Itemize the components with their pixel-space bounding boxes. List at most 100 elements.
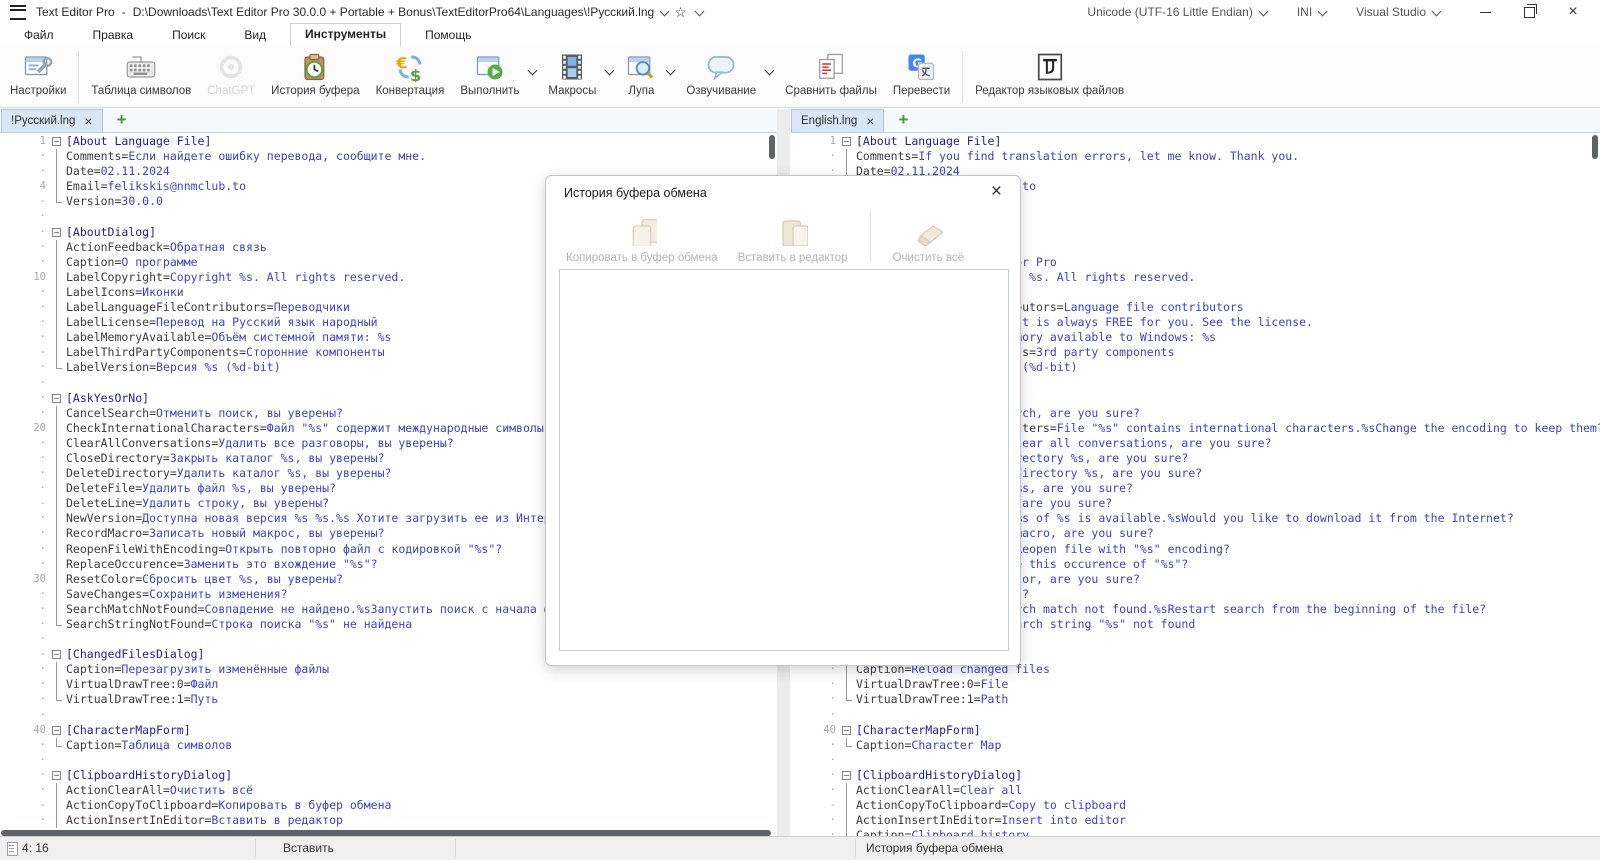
toolbar-button-chatgpt[interactable]: ChatGPT — [199, 47, 263, 107]
left-vertical-scrollbar[interactable] — [769, 135, 775, 159]
tab-english-lng[interactable]: English.lng × — [791, 109, 884, 132]
line-number: - — [0, 798, 46, 813]
line-number: · — [0, 813, 46, 828]
editor-line[interactable]: ·ActionClearAll=Очистить всё — [0, 783, 777, 798]
new-tab-button[interactable]: + — [117, 110, 127, 132]
toolbar-button-clipboard-history[interactable]: История буфера — [263, 47, 367, 107]
fold-guide — [56, 526, 57, 541]
toolbar-dropdown-chevron-icon[interactable] — [527, 47, 540, 107]
fold-collapse-icon[interactable] — [52, 137, 61, 146]
editor-line[interactable]: · — [0, 753, 777, 768]
fold-collapse-icon[interactable] — [52, 726, 61, 735]
editor-line[interactable]: ·[ClipboardHistoryDialog] — [790, 768, 1600, 783]
line-number: · — [0, 692, 46, 707]
encoding-label: Unicode (UTF-16 Little Endian) — [1087, 5, 1252, 19]
fold-collapse-icon[interactable] — [52, 771, 61, 780]
toolbar-button-run[interactable]: Выполнить — [452, 47, 527, 107]
toolbar-button-label: Настройки — [10, 85, 66, 97]
right-vertical-scrollbar[interactable] — [1592, 135, 1598, 159]
dialog-close-icon[interactable]: × — [985, 179, 1008, 205]
editor-line[interactable]: 1[About Language File] — [0, 134, 777, 149]
editor-line[interactable]: · — [0, 708, 777, 723]
fold-guide — [846, 783, 847, 798]
fold-collapse-icon[interactable] — [842, 137, 851, 146]
toolbar-separator — [962, 51, 963, 103]
toolbar-button-settings[interactable]: Настройки — [2, 47, 74, 107]
editor-line[interactable]: ·ActionInsertInEditor=Insert into editor — [790, 813, 1600, 828]
fold-guide — [56, 587, 57, 602]
encoding-select[interactable]: Unicode (UTF-16 Little Endian) — [1087, 5, 1270, 19]
editor-line[interactable]: 40[CharacterMapForm] — [0, 723, 777, 738]
fold-collapse-icon[interactable] — [52, 394, 61, 403]
theme-select[interactable]: Visual Studio — [1356, 5, 1444, 19]
menu-item[interactable]: Поиск — [157, 24, 220, 47]
editor-line[interactable]: 1[About Language File] — [790, 134, 1600, 149]
insert-mode[interactable]: Вставить — [283, 841, 334, 855]
fold-guide — [56, 149, 57, 164]
line-number: · — [0, 285, 46, 300]
dialog-button-copy-to-clipboard[interactable]: Копировать в буфер обмена — [556, 208, 728, 266]
statusbar-message: История буфера обмена — [866, 841, 1003, 855]
toolbar-button-character-map[interactable]: Таблица символов — [83, 47, 199, 107]
editor-line[interactable]: ·Caption=Character Map — [790, 738, 1600, 753]
favorites-chevron-icon[interactable] — [694, 6, 704, 16]
toolbar-dropdown-chevron-icon[interactable] — [604, 47, 617, 107]
minimize-button[interactable] — [1470, 2, 1500, 22]
tab-close-icon[interactable]: × — [84, 116, 92, 126]
filetype-select[interactable]: INI — [1297, 5, 1330, 19]
toolbar-button-language-file-editor[interactable]: Редактор языковых файлов — [967, 47, 1132, 107]
editor-line[interactable]: ·Comments=Если найдете ошибку перевода, … — [0, 149, 777, 164]
fold-collapse-icon[interactable] — [842, 726, 851, 735]
close-icon: × — [1568, 4, 1577, 20]
menu-item[interactable]: Вид — [229, 24, 281, 47]
toolbar-button-macros[interactable]: Макросы — [540, 47, 604, 107]
toolbar-button-speech[interactable]: Озвучивание — [678, 47, 764, 107]
fold-guide — [56, 496, 57, 511]
magnifier-icon — [626, 52, 656, 82]
editor-line[interactable]: ·Caption=Таблица символов — [0, 738, 777, 753]
dialog-button-clear-all[interactable]: Очистить всё — [883, 208, 974, 266]
editor-line[interactable]: ·ActionClearAll=Clear all — [790, 783, 1600, 798]
editor-line[interactable]: -ActionCopyToClipboard=Copy to clipboard — [790, 798, 1600, 813]
toolbar-button-translate[interactable]: GПеревести — [885, 47, 958, 107]
menu-active-item[interactable]: Инструменты — [290, 23, 401, 47]
editor-line[interactable]: -ActionCopyToClipboard=Копировать в буфе… — [0, 798, 777, 813]
fold-collapse-icon[interactable] — [52, 650, 61, 659]
editor-line[interactable]: ·VirtualDrawTree:1=Path — [790, 692, 1600, 707]
toolbar-dropdown-chevron-icon[interactable] — [665, 47, 678, 107]
recent-files-chevron-icon[interactable] — [660, 6, 670, 16]
editor-line[interactable]: ·VirtualDrawTree:1=Путь — [0, 692, 777, 707]
favorite-star-icon[interactable]: ☆ — [674, 4, 687, 21]
editor-line[interactable]: ·VirtualDrawTree:0=File — [790, 677, 1600, 692]
menu-item[interactable]: Файл — [9, 24, 69, 47]
clipboard-history-list[interactable] — [559, 269, 1009, 651]
dialog-toolbar: Копировать в буфер обменаВставить в реда… — [556, 208, 1010, 266]
editor-line[interactable]: ·VirtualDrawTree:0=Файл — [0, 677, 777, 692]
editor-line[interactable]: ·[ClipboardHistoryDialog] — [0, 768, 777, 783]
new-tab-button[interactable]: + — [898, 110, 908, 132]
editor-line[interactable]: · — [790, 708, 1600, 723]
dialog-button-insert-in-editor[interactable]: Вставить в редактор — [728, 208, 858, 266]
line-number: 20 — [0, 421, 46, 436]
menu-item[interactable]: Правка — [78, 24, 149, 47]
editor-line[interactable]: ·Comments=If you find translation errors… — [790, 149, 1600, 164]
editor-line[interactable]: · — [790, 753, 1600, 768]
toolbar-button-convert[interactable]: €$Конвертация — [368, 47, 453, 107]
toolbar-button-magnifier[interactable]: Лупа — [617, 47, 665, 107]
menu-item[interactable]: Помощь — [410, 24, 486, 47]
maximize-button[interactable] — [1514, 2, 1544, 22]
fold-collapse-icon[interactable] — [842, 771, 851, 780]
toolbar-dropdown-chevron-icon[interactable] — [764, 47, 777, 107]
toolbar-button-label: Макросы — [548, 85, 596, 97]
editor-line[interactable]: 40[CharacterMapForm] — [790, 723, 1600, 738]
hamburger-menu-icon[interactable] — [10, 5, 26, 20]
editor-line[interactable]: ·ActionInsertInEditor=Вставить в редакто… — [0, 813, 777, 828]
fold-end-guide — [56, 617, 62, 626]
toolbar-button-label: Лупа — [628, 85, 654, 97]
close-button[interactable]: × — [1558, 2, 1588, 22]
tab-close-icon[interactable]: × — [866, 116, 874, 126]
tab-russian-lng[interactable]: !Русский.lng × — [1, 109, 103, 132]
fold-collapse-icon[interactable] — [52, 228, 61, 237]
toolbar-button-compare-files[interactable]: Сравнить файлы — [777, 47, 885, 107]
line-number: · — [0, 481, 46, 496]
